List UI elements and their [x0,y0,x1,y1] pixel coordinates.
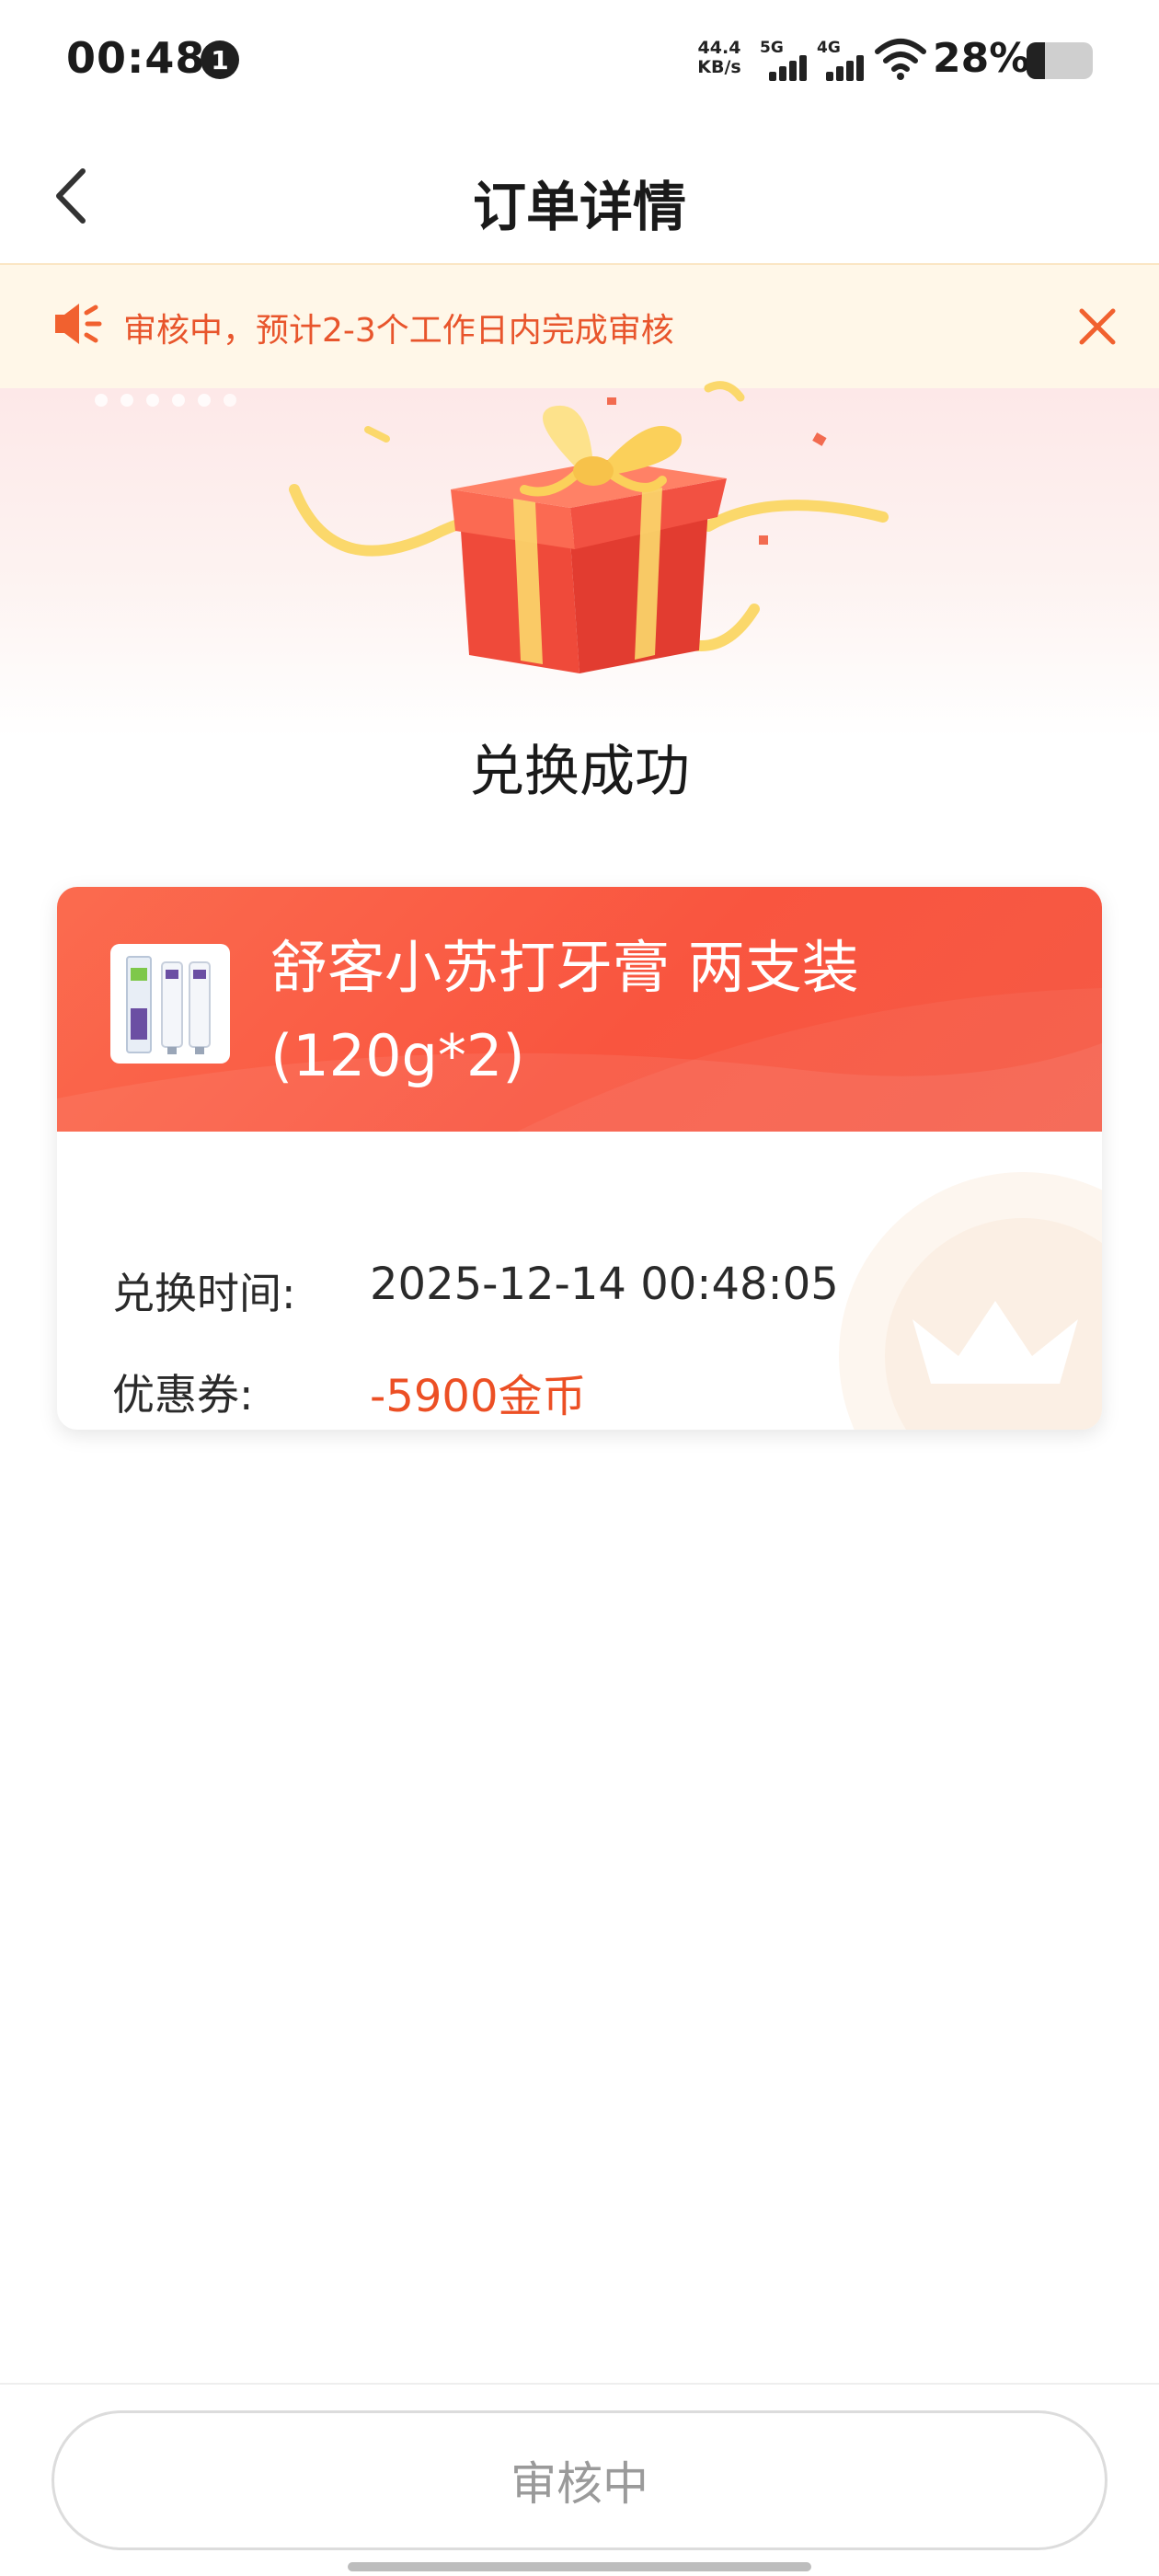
net-speed-unit: KB/s [697,57,741,77]
coupon-value: -5900金币 [370,1371,587,1422]
product-header: 舒客小苏打牙膏 两支装(120g*2) [57,887,1102,1132]
exchange-success-text: 兑换成功 [469,740,690,804]
close-icon[interactable] [1074,304,1120,350]
signal-5g-label: 5G [760,39,784,57]
net-speed-value: 44.4 [697,38,741,58]
notification-badge: 1 [201,40,239,79]
footer-divider [0,2383,1159,2385]
signal-4g-label: 4G [817,39,841,57]
speaker-icon [55,304,102,344]
coupon-label: 优惠券: [112,1370,254,1420]
battery-percent: 28% [933,35,1030,82]
crown-watermark-icon [839,1172,1102,1430]
exchange-time-value: 2025-12-14 00:48:05 [370,1259,839,1310]
order-card: 舒客小苏打牙膏 两支装(120g*2) 兑换时间: 2025-12-14 00:… [57,887,1102,1430]
net-speed: 44.4 KB/s [692,39,747,77]
product-image [110,944,230,1064]
status-time: 00:48 [66,33,206,83]
product-name: 舒客小苏打牙膏 两支装(120g*2) [270,934,859,1089]
review-notice-text: 审核中，预计2-3个工作日内完成审核 [123,312,674,350]
page-title: 订单详情 [472,176,686,238]
decorative-dots [95,394,236,407]
toothpaste-thumbnail-icon [126,956,211,1054]
wifi-icon [875,39,926,80]
battery-level-fill [1027,42,1046,79]
home-indicator[interactable] [348,2562,811,2571]
gift-box-icon [289,381,889,673]
signal-5g-icon: 5G [760,39,809,81]
exchange-time-label: 兑换时间: [112,1269,296,1318]
battery-icon [1027,42,1093,79]
review-status-button[interactable]: 审核中 [52,2410,1107,2550]
signal-4g-icon: 4G [817,39,866,81]
